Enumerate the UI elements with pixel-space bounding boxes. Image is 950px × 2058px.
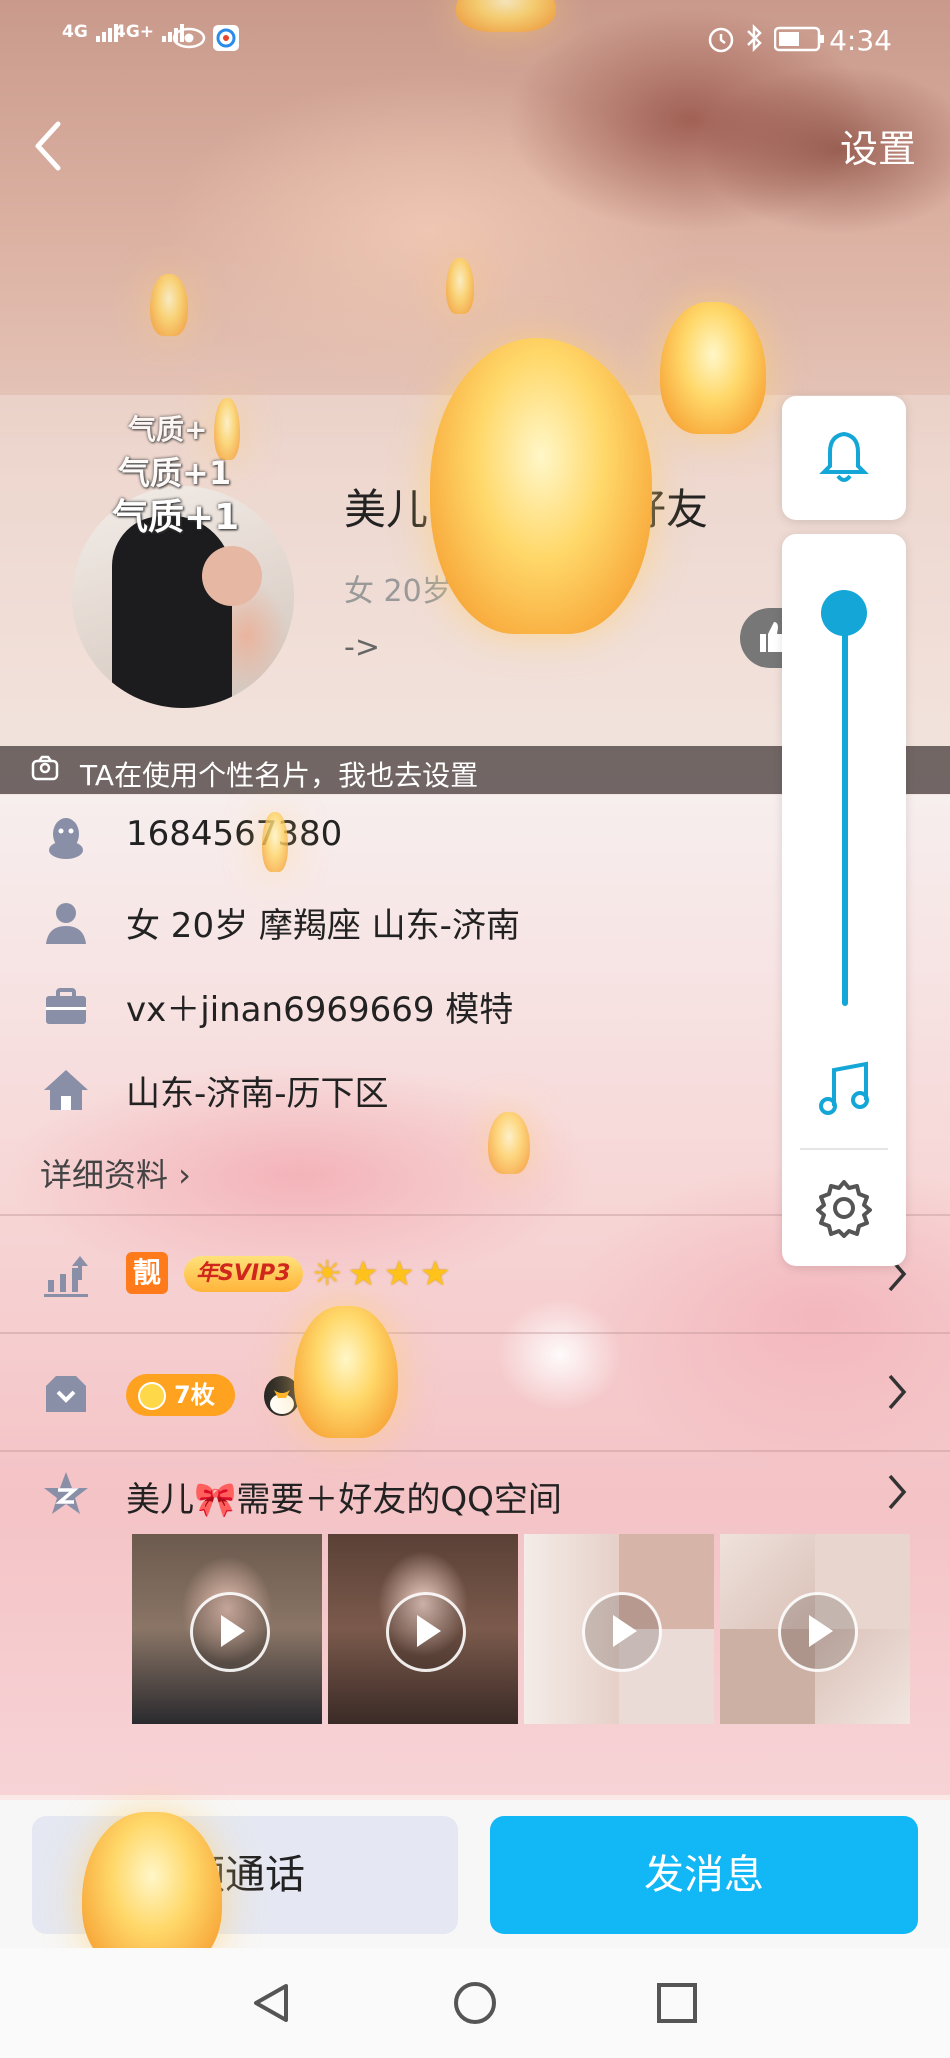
nav-back-icon[interactable] xyxy=(248,1980,294,2026)
play-icon xyxy=(778,1592,858,1672)
lantern-decoration xyxy=(262,812,288,872)
qq-number: 1684567380 xyxy=(126,814,343,854)
star-level-icon: ★ xyxy=(420,1254,451,1294)
profile-tag: 气质+ xyxy=(128,413,208,446)
settings-button[interactable]: 设置 xyxy=(840,118,916,173)
play-icon xyxy=(582,1592,662,1672)
lantern-decoration xyxy=(430,338,652,634)
signal-indicator-1: 4G xyxy=(62,22,120,42)
send-message-button[interactable]: 发消息 xyxy=(490,1816,918,1934)
sun-level-icon: ☀ xyxy=(312,1254,343,1294)
penguin-icon xyxy=(49,818,83,859)
profile-subinfo: 女 20岁 xyxy=(344,574,452,609)
status-time: 4:34 xyxy=(829,24,892,57)
chevron-right-icon xyxy=(888,1474,907,1510)
play-icon xyxy=(190,1592,270,1672)
qzone-video-thumbnail[interactable] xyxy=(132,1534,322,1724)
chevron-right-icon xyxy=(888,1374,907,1410)
qzone-video-thumbnail[interactable] xyxy=(524,1534,714,1724)
music-note-icon[interactable] xyxy=(816,1060,872,1120)
qzone-icon xyxy=(44,1472,88,1514)
profile-tag: 气质+1 xyxy=(112,497,240,538)
bluetooth-icon xyxy=(747,23,762,53)
panel-divider xyxy=(800,1148,888,1150)
alarm-icon xyxy=(708,27,734,53)
qzone-video-thumbnail[interactable] xyxy=(720,1534,910,1724)
play-icon xyxy=(386,1592,466,1672)
card-icon xyxy=(30,754,60,791)
system-navigation-bar xyxy=(0,1948,950,2058)
lantern-decoration xyxy=(488,1112,530,1174)
volume-slider-knob[interactable] xyxy=(821,590,867,636)
back-button[interactable] xyxy=(28,118,68,174)
nav-home-icon[interactable] xyxy=(452,1980,498,2026)
qzone-video-thumbnail[interactable] xyxy=(328,1534,518,1724)
lantern-decoration xyxy=(446,258,474,314)
level-up-icon xyxy=(44,1256,88,1297)
lantern-decoration xyxy=(660,302,766,434)
qzone-title: 美儿🎀需要＋好友的QQ空间 xyxy=(126,1480,562,1520)
star-level-icon: ★ xyxy=(348,1254,379,1294)
lantern-decoration xyxy=(150,274,188,336)
star-level-icon: ★ xyxy=(384,1254,415,1294)
home-icon xyxy=(44,1070,88,1110)
person-icon xyxy=(46,903,86,944)
lantern-decoration xyxy=(456,0,556,32)
medal-row[interactable]: 7枚 xyxy=(0,1334,950,1450)
liang-badge: 靓 xyxy=(126,1252,168,1294)
nav-recents-icon[interactable] xyxy=(654,1980,700,2026)
notification-panel[interactable] xyxy=(782,396,906,520)
qzone-row[interactable]: 美儿🎀需要＋好友的QQ空间 xyxy=(0,1452,950,1536)
eye-icon xyxy=(172,27,206,49)
lantern-decoration xyxy=(294,1306,398,1438)
medal-count-badge: 7枚 xyxy=(126,1374,235,1416)
battery-icon xyxy=(774,26,824,52)
profile-more-link[interactable]: -> xyxy=(344,630,380,665)
gear-icon[interactable] xyxy=(814,1178,874,1238)
occupation: vx＋jinan6969669 模特 xyxy=(126,990,514,1030)
briefcase-icon xyxy=(46,988,86,1024)
detail-info-link[interactable]: 详细资料 › xyxy=(40,1150,191,1196)
medal-icon xyxy=(46,1376,86,1412)
app-notification-icon xyxy=(213,25,239,51)
basic-info: 女 20岁 摩羯座 山东-济南 xyxy=(126,906,520,946)
hometown: 山东-济南-历下区 xyxy=(126,1074,389,1114)
svip-badge: 年SVIP3 xyxy=(184,1256,303,1292)
bell-icon xyxy=(819,431,869,482)
volume-slider-track[interactable] xyxy=(842,590,848,1006)
